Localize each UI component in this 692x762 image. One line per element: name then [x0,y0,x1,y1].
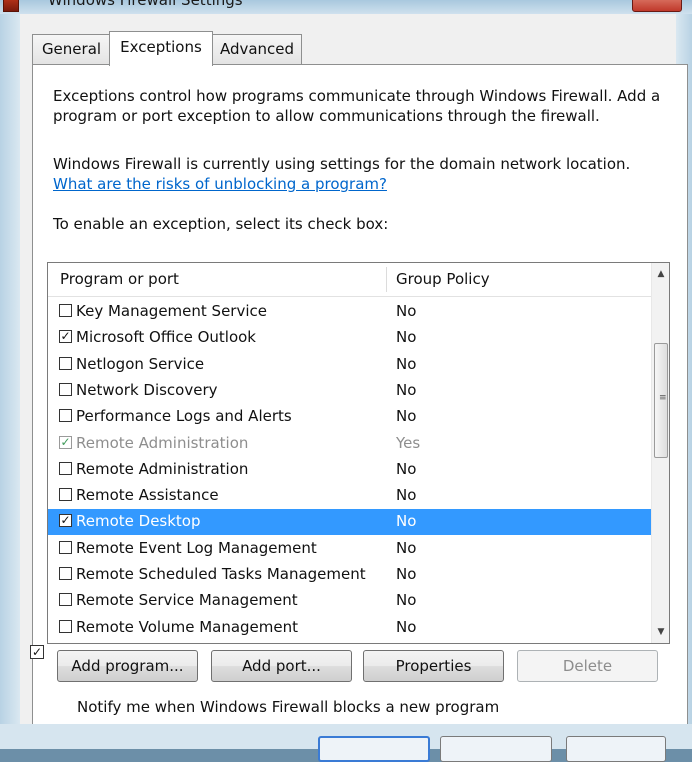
add-port-button[interactable]: Add port... [211,650,352,682]
table-row[interactable]: ✓ Remote Desktop No [48,509,651,536]
exception-checkbox[interactable] [59,304,72,317]
exception-checkbox[interactable] [59,488,72,502]
tab-general[interactable]: General [32,34,111,65]
intro-line-2: program or port exception to allow commu… [53,107,600,125]
table-row[interactable]: Remote Assistance No [48,483,651,509]
window-frame-left [0,14,20,749]
group-policy-value: No [396,591,417,610]
apply-button[interactable] [566,736,666,762]
program-name: Netlogon Service [76,354,205,373]
column-program-or-port[interactable]: Program or port [60,270,179,288]
list-scrollbar[interactable]: ▲ ≡ ▼ [651,263,669,643]
tab-advanced[interactable]: Advanced [212,34,302,65]
ok-button[interactable] [318,736,430,762]
table-row[interactable]: ✓ Remote Administration Yes [48,431,651,457]
location-text: Windows Firewall is currently using sett… [53,155,631,173]
program-name: Remote Assistance [76,486,219,505]
group-policy-value: No [396,512,417,531]
program-name: Remote Desktop [76,512,201,531]
list-header: Program or port Group Policy [48,263,651,297]
exception-checkbox[interactable]: ✓ [59,330,72,344]
group-policy-value: No [396,538,417,557]
group-policy-value: No [396,380,417,399]
table-row[interactable]: ✓ Microsoft Office Outlook No [48,325,651,351]
group-policy-value: No [396,486,417,505]
group-policy-value: No [396,328,417,347]
tab-exceptions[interactable]: Exceptions [109,31,213,66]
group-policy-value: No [396,565,417,583]
enable-prompt: To enable an exception, select its check… [53,215,389,233]
program-name: Microsoft Office Outlook [76,328,256,347]
exceptions-tab-panel: Exceptions control how programs communic… [32,64,688,734]
grip-icon: ≡ [659,393,667,403]
group-policy-value: No [396,407,417,426]
intro-line-1: Exceptions control how programs communic… [53,87,661,105]
scrollbar-thumb[interactable]: ≡ [654,343,668,458]
exception-checkbox[interactable] [59,382,72,396]
firewall-icon [3,0,19,12]
close-button[interactable] [632,0,682,12]
exception-checkbox[interactable] [59,409,72,423]
table-row[interactable]: Network Discovery No [48,378,651,404]
group-policy-value: No [396,302,417,320]
exception-checkbox[interactable] [59,593,72,607]
table-row[interactable]: Remote Event Log Management No [48,536,651,562]
exception-checkbox[interactable] [59,540,72,554]
column-group-policy[interactable]: Group Policy [396,270,490,288]
table-row[interactable]: Performance Logs and Alerts No [48,404,651,430]
risks-link[interactable]: What are the risks of unblocking a progr… [53,175,387,193]
program-name: Remote Administration [76,459,249,478]
exception-checkbox[interactable]: ✓ [59,435,72,449]
exception-checkbox[interactable] [59,567,72,580]
scroll-up-icon[interactable]: ▲ [652,265,669,283]
notify-checkbox[interactable]: ✓ [30,645,44,659]
program-name: Remote Service Management [76,591,298,610]
table-row[interactable]: Remote Service Management No [48,588,651,614]
group-policy-value: Yes [396,433,421,452]
column-divider[interactable] [386,267,387,292]
group-policy-value: No [396,459,417,478]
exception-checkbox[interactable] [59,461,72,475]
exceptions-list[interactable]: Program or port Group Policy Key Managem… [47,262,670,644]
program-name: Remote Administration [76,433,249,452]
notify-label: Notify me when Windows Firewall blocks a… [77,698,500,716]
add-program-button[interactable]: Add program... [57,650,198,682]
group-policy-value: No [396,354,417,373]
program-name: Network Discovery [76,380,218,399]
table-row[interactable]: Remote Administration No [48,457,651,483]
title-bar: Windows Firewall Settings [0,0,692,14]
program-name: Remote Event Log Management [76,538,317,557]
program-name: Remote Scheduled Tasks Management [76,565,366,583]
window-title: Windows Firewall Settings [48,0,243,9]
program-name: Performance Logs and Alerts [76,407,292,426]
cancel-button[interactable] [440,736,552,762]
delete-button[interactable]: Delete [517,650,658,682]
table-row[interactable]: Netlogon Service No [48,352,651,378]
exception-checkbox[interactable]: ✓ [59,514,72,528]
program-name: Remote Volume Management [76,617,299,636]
properties-button[interactable]: Properties [363,650,504,682]
dialog-body: General Exceptions Advanced Exceptions c… [20,14,688,734]
exception-checkbox[interactable] [59,356,72,370]
table-row[interactable]: Key Management Service No [48,299,651,325]
table-row[interactable]: Remote Volume Management No [48,615,651,641]
program-name: Key Management Service [76,302,267,320]
table-row[interactable]: Remote Scheduled Tasks Management No [48,562,651,588]
group-policy-value: No [396,617,417,636]
scroll-down-icon[interactable]: ▼ [652,623,669,641]
exception-checkbox[interactable] [59,619,72,633]
